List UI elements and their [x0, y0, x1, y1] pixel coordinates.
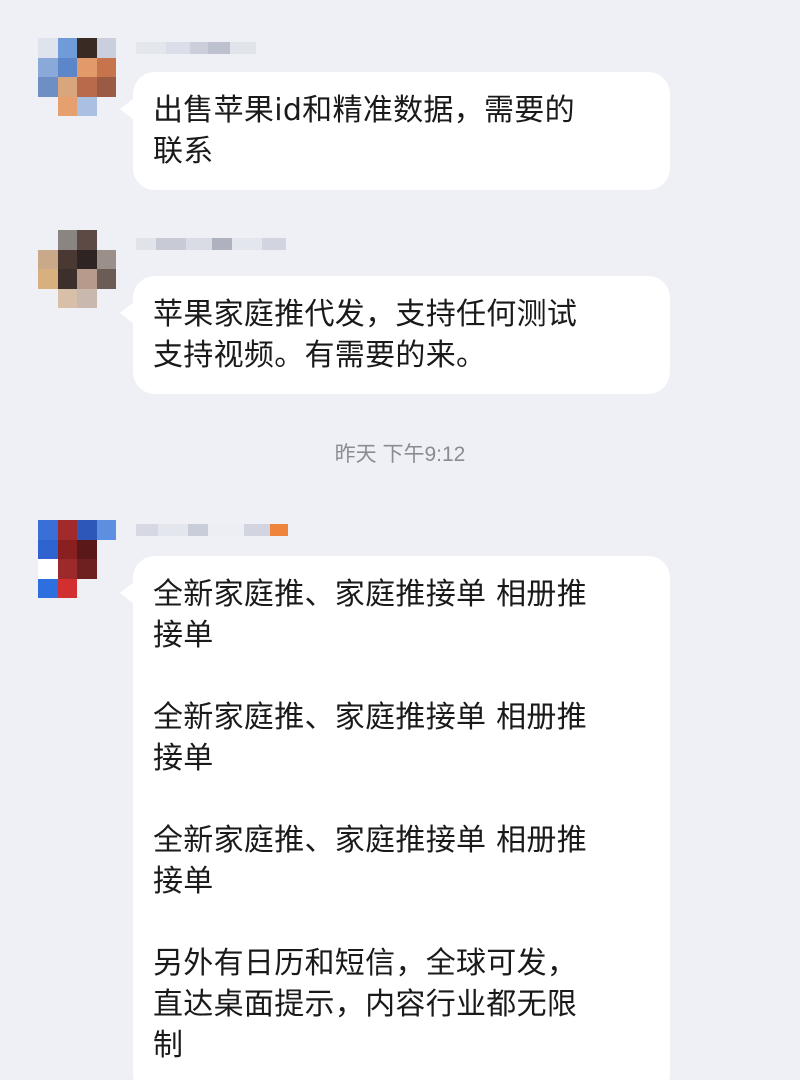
message-paragraph: 另外有日历和短信，全球可发， 直达桌面提示，内容行业都无限 制 [153, 946, 578, 1063]
timestamp: 昨天 下午9:12 [334, 443, 466, 466]
message-bubble[interactable]: 苹果家庭推代发，支持任何测试 支持视频。有需要的来。 [120, 276, 670, 394]
message-paragraph: 全新家庭推、家庭推接单 相册推 接单 [153, 823, 588, 899]
message-paragraph: 全新家庭推、家庭推接单 相册推 接单 [153, 577, 588, 653]
chat-view: 出售苹果id和精准数据，需要的 联系 苹果家庭推代发，支持任何测试 支持视频。有… [0, 0, 800, 1080]
avatar[interactable] [38, 520, 116, 598]
message-paragraph: 全新家庭推、家庭推接单 相册推 接单 [153, 700, 588, 776]
message-text: 出售苹果id和精准数据，需要的 联系 [153, 93, 575, 169]
message-text: 苹果家庭推代发，支持任何测试 支持视频。有需要的来。 [153, 297, 578, 373]
message-bubble[interactable]: 全新家庭推、家庭推接单 相册推 接单 全新家庭推、家庭推接单 相册推 接单 全新… [120, 556, 670, 1080]
avatar[interactable] [38, 230, 116, 308]
avatar[interactable] [38, 38, 116, 116]
message-bubble[interactable]: 出售苹果id和精准数据，需要的 联系 [120, 72, 670, 190]
sender-name-redacted [136, 522, 288, 538]
sender-name-redacted [136, 236, 286, 252]
sender-name-redacted [136, 40, 256, 56]
